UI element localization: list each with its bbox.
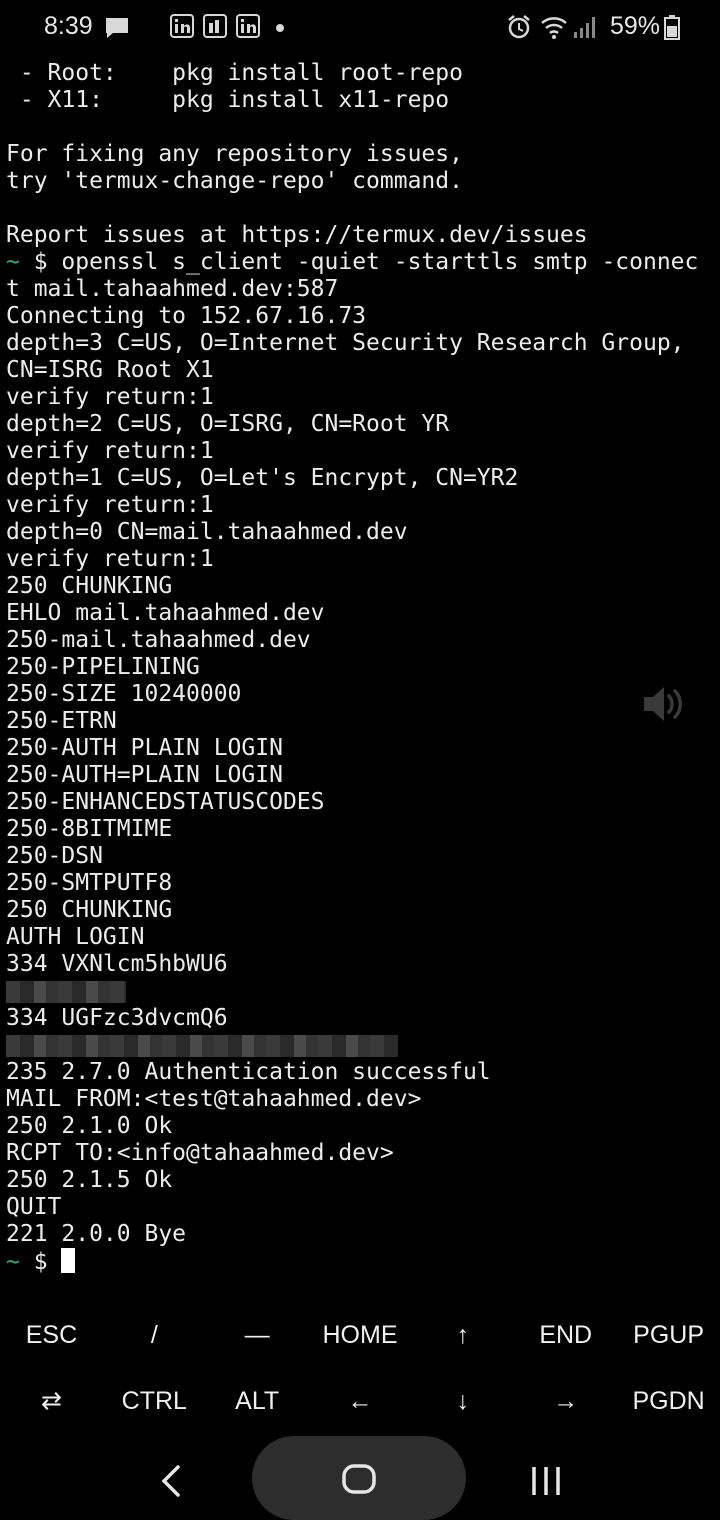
terminal-line: verify return:1	[6, 546, 214, 572]
terminal-line: AUTH LOGIN	[6, 924, 145, 950]
dot-icon	[276, 24, 284, 32]
terminal-line: 250-SMTPUTF8	[6, 870, 173, 896]
prompt-tilde: ~	[6, 249, 20, 275]
terminal-line: ~ $ openssl s_client -quiet -starttls sm…	[6, 249, 716, 276]
terminal-line: depth=1 C=US, O=Let's Encrypt, CN=YR2	[6, 465, 519, 491]
linkedin-icon	[170, 14, 194, 38]
ctrl-key[interactable]: CTRL	[103, 1371, 206, 1431]
prompt-command: $ openssl s_client -quiet -starttls smtp…	[19, 249, 699, 275]
end-key[interactable]: END	[514, 1305, 617, 1365]
terminal-line: try 'termux-change-repo' command.	[6, 168, 463, 194]
terminal-line: - Root: pkg install root-repo	[6, 60, 463, 86]
navigation-bar	[0, 1436, 720, 1520]
home-key[interactable]: HOME	[309, 1305, 412, 1365]
linkedin-icon	[203, 14, 227, 38]
dash-key[interactable]: —	[206, 1305, 309, 1365]
terminal-line: 250 2.1.0 Ok	[6, 1113, 173, 1139]
recents-icon[interactable]	[530, 1464, 562, 1498]
terminal-line	[6, 978, 716, 1005]
terminal-output[interactable]: - Root: pkg install root-repo - X11: pkg…	[6, 60, 716, 1275]
volume-icon	[644, 687, 682, 721]
terminal-line: depth=2 C=US, O=ISRG, CN=Root YR	[6, 411, 450, 437]
terminal-line: 250-ENHANCEDSTATUSCODES	[6, 789, 325, 815]
terminal-line	[6, 1032, 716, 1059]
status-time: 8:39	[44, 12, 93, 40]
pgdn-key[interactable]: PGDN	[617, 1371, 720, 1431]
home-button[interactable]	[252, 1436, 466, 1520]
terminal-line: EHLO mail.tahaahmed.dev	[6, 600, 325, 626]
slash-key[interactable]: /	[103, 1305, 206, 1365]
terminal-line: depth=0 CN=mail.tahaahmed.dev	[6, 519, 408, 545]
home-icon	[342, 1464, 376, 1494]
redacted-text	[6, 980, 126, 1003]
terminal-line: 250-PIPELINING	[6, 654, 200, 680]
prompt-command: $	[19, 1249, 62, 1275]
terminal-line: QUIT	[6, 1194, 62, 1220]
right-arrow-key[interactable]: →	[514, 1371, 617, 1431]
terminal-line: 250 CHUNKING	[6, 573, 173, 599]
terminal-line: 334 VXNlcm5hbWU6	[6, 951, 228, 977]
terminal-line: Report issues at https://termux.dev/issu…	[6, 222, 588, 248]
terminal-line: 250-mail.tahaahmed.dev	[6, 627, 311, 653]
terminal-line: For fixing any repository issues,	[6, 141, 463, 167]
terminal-line: verify return:1	[6, 438, 214, 464]
terminal-line: 250-DSN	[6, 843, 103, 869]
esc-key[interactable]: ESC	[0, 1305, 103, 1365]
terminal-line: RCPT TO:<info@tahaahmed.dev>	[6, 1140, 394, 1166]
terminal-line: verify return:1	[6, 492, 214, 518]
terminal-line: Connecting to 152.67.16.73	[6, 303, 367, 329]
down-arrow-key[interactable]: ↓	[411, 1371, 514, 1431]
terminal-line: verify return:1	[6, 384, 214, 410]
terminal-line: 221 2.0.0 Bye	[6, 1221, 187, 1247]
left-arrow-key[interactable]: ←	[309, 1371, 412, 1431]
terminal-line: 250-8BITMIME	[6, 816, 173, 842]
redacted-text	[6, 1034, 398, 1057]
back-icon[interactable]	[158, 1464, 184, 1498]
terminal-line: t mail.tahaahmed.dev:587	[6, 276, 339, 302]
terminal-line: 334 UGFzc3dvcmQ6	[6, 1005, 228, 1031]
terminal-line: 250 CHUNKING	[6, 897, 173, 923]
terminal-line: depth=3 C=US, O=Internet Security Resear…	[6, 330, 685, 356]
terminal-line: 250-SIZE 10240000	[6, 681, 242, 707]
terminal-line: 250-AUTH=PLAIN LOGIN	[6, 762, 283, 788]
linkedin-icon	[236, 14, 260, 38]
terminal-line: - X11: pkg install x11-repo	[6, 87, 450, 113]
terminal-cursor	[61, 1248, 76, 1273]
pgup-key[interactable]: PGUP	[617, 1305, 720, 1365]
wifi-icon	[541, 17, 567, 39]
terminal-line: 235 2.7.0 Authentication successful	[6, 1059, 491, 1085]
alarm-icon	[508, 15, 530, 39]
status-bar: 8:39 59%	[0, 0, 720, 56]
extra-keys-row-2: ⇄ CTRL ALT ← ↓ → PGDN	[0, 1371, 720, 1431]
message-icon	[106, 18, 128, 38]
terminal-line: 250-ETRN	[6, 708, 117, 734]
prompt-tilde: ~	[6, 1249, 20, 1275]
battery-percent: 59%	[610, 12, 661, 40]
extra-keys-row-1: ESC / — HOME ↑ END PGUP	[0, 1305, 720, 1365]
up-arrow-key[interactable]: ↑	[411, 1305, 514, 1365]
terminal-line: 250-AUTH PLAIN LOGIN	[6, 735, 283, 761]
battery-icon	[664, 15, 680, 40]
terminal-line: 250 2.1.5 Ok	[6, 1167, 173, 1193]
terminal-line: MAIL FROM:<test@tahaahmed.dev>	[6, 1086, 422, 1112]
tab-key[interactable]: ⇄	[0, 1371, 103, 1431]
terminal-line: CN=ISRG Root X1	[6, 357, 214, 383]
alt-key[interactable]: ALT	[206, 1371, 309, 1431]
terminal-line: ~ $	[6, 1248, 716, 1275]
signal-icon	[574, 17, 595, 38]
